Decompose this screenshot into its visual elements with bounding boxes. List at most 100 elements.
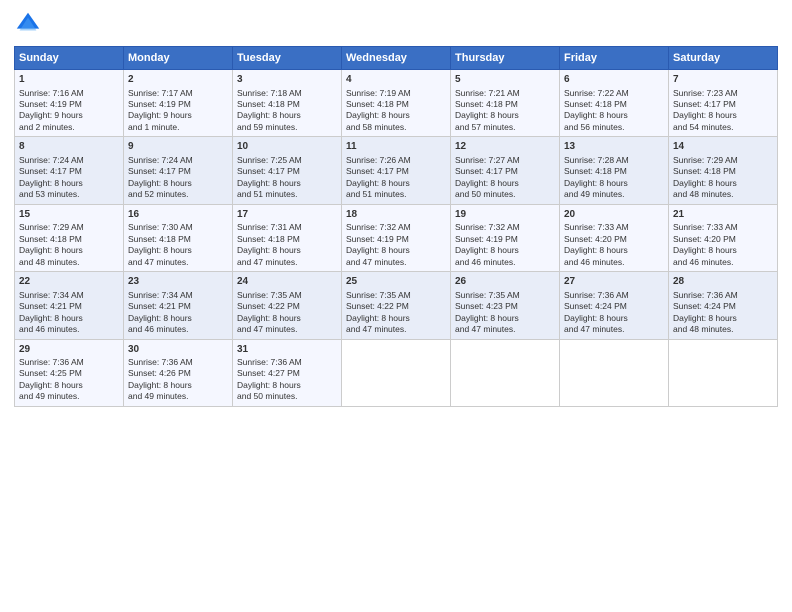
- day-info-line: and 47 minutes.: [128, 257, 228, 268]
- header-cell-sunday: Sunday: [15, 47, 124, 70]
- day-info-line: Daylight: 9 hours: [128, 110, 228, 121]
- calendar-cell: 1Sunrise: 7:16 AMSunset: 4:19 PMDaylight…: [15, 70, 124, 137]
- calendar-cell: 16Sunrise: 7:30 AMSunset: 4:18 PMDayligh…: [124, 204, 233, 271]
- day-number: 12: [455, 140, 555, 154]
- day-info-line: Sunrise: 7:23 AM: [673, 88, 773, 99]
- day-info-line: Sunrise: 7:31 AM: [237, 222, 337, 233]
- day-info-line: Sunset: 4:17 PM: [346, 166, 446, 177]
- day-info-line: Sunset: 4:19 PM: [455, 234, 555, 245]
- day-info-line: Sunrise: 7:24 AM: [19, 155, 119, 166]
- calendar-cell: 31Sunrise: 7:36 AMSunset: 4:27 PMDayligh…: [233, 339, 342, 406]
- calendar-cell: 22Sunrise: 7:34 AMSunset: 4:21 PMDayligh…: [15, 272, 124, 339]
- week-row-4: 22Sunrise: 7:34 AMSunset: 4:21 PMDayligh…: [15, 272, 778, 339]
- day-info-line: Sunrise: 7:36 AM: [19, 357, 119, 368]
- day-info-line: Sunrise: 7:33 AM: [673, 222, 773, 233]
- day-info-line: Sunset: 4:26 PM: [128, 368, 228, 379]
- day-info-line: Sunrise: 7:17 AM: [128, 88, 228, 99]
- calendar-cell: 26Sunrise: 7:35 AMSunset: 4:23 PMDayligh…: [451, 272, 560, 339]
- calendar-cell: 30Sunrise: 7:36 AMSunset: 4:26 PMDayligh…: [124, 339, 233, 406]
- day-number: 10: [237, 140, 337, 154]
- day-info-line: Daylight: 8 hours: [673, 313, 773, 324]
- day-info-line: Sunrise: 7:19 AM: [346, 88, 446, 99]
- header-cell-friday: Friday: [560, 47, 669, 70]
- day-info-line: and 51 minutes.: [237, 189, 337, 200]
- calendar-cell: 19Sunrise: 7:32 AMSunset: 4:19 PMDayligh…: [451, 204, 560, 271]
- day-info-line: Sunrise: 7:35 AM: [346, 290, 446, 301]
- day-info-line: Daylight: 8 hours: [346, 110, 446, 121]
- day-info-line: Sunrise: 7:29 AM: [19, 222, 119, 233]
- day-info-line: and 49 minutes.: [128, 391, 228, 402]
- calendar-cell: 15Sunrise: 7:29 AMSunset: 4:18 PMDayligh…: [15, 204, 124, 271]
- day-number: 23: [128, 275, 228, 289]
- day-info-line: Sunset: 4:22 PM: [346, 301, 446, 312]
- day-info-line: Sunset: 4:18 PM: [128, 234, 228, 245]
- day-number: 22: [19, 275, 119, 289]
- calendar-cell: [560, 339, 669, 406]
- day-info-line: Sunrise: 7:24 AM: [128, 155, 228, 166]
- day-info-line: Sunrise: 7:22 AM: [564, 88, 664, 99]
- day-number: 25: [346, 275, 446, 289]
- calendar-cell: 13Sunrise: 7:28 AMSunset: 4:18 PMDayligh…: [560, 137, 669, 204]
- day-number: 14: [673, 140, 773, 154]
- day-info-line: Daylight: 8 hours: [128, 380, 228, 391]
- calendar-cell: 21Sunrise: 7:33 AMSunset: 4:20 PMDayligh…: [669, 204, 778, 271]
- day-info-line: Sunrise: 7:16 AM: [19, 88, 119, 99]
- week-row-1: 1Sunrise: 7:16 AMSunset: 4:19 PMDaylight…: [15, 70, 778, 137]
- day-info-line: Daylight: 8 hours: [673, 178, 773, 189]
- day-info-line: Sunset: 4:20 PM: [564, 234, 664, 245]
- calendar-cell: 17Sunrise: 7:31 AMSunset: 4:18 PMDayligh…: [233, 204, 342, 271]
- day-number: 13: [564, 140, 664, 154]
- day-info-line: and 51 minutes.: [346, 189, 446, 200]
- day-info-line: and 47 minutes.: [455, 324, 555, 335]
- day-info-line: Daylight: 8 hours: [455, 313, 555, 324]
- calendar-cell: [451, 339, 560, 406]
- day-info-line: Sunrise: 7:34 AM: [128, 290, 228, 301]
- logo: [14, 10, 46, 38]
- calendar-cell: 7Sunrise: 7:23 AMSunset: 4:17 PMDaylight…: [669, 70, 778, 137]
- day-info-line: Sunrise: 7:36 AM: [128, 357, 228, 368]
- day-number: 27: [564, 275, 664, 289]
- day-info-line: and 46 minutes.: [564, 257, 664, 268]
- day-info-line: Sunrise: 7:32 AM: [455, 222, 555, 233]
- day-info-line: Sunrise: 7:18 AM: [237, 88, 337, 99]
- header: [14, 10, 778, 38]
- day-info-line: Sunrise: 7:34 AM: [19, 290, 119, 301]
- calendar-cell: 3Sunrise: 7:18 AMSunset: 4:18 PMDaylight…: [233, 70, 342, 137]
- day-info-line: and 46 minutes.: [455, 257, 555, 268]
- day-info-line: and 46 minutes.: [19, 324, 119, 335]
- day-info-line: and 48 minutes.: [19, 257, 119, 268]
- day-info-line: Daylight: 8 hours: [237, 178, 337, 189]
- day-info-line: and 59 minutes.: [237, 122, 337, 133]
- day-number: 29: [19, 343, 119, 357]
- day-info-line: Sunset: 4:18 PM: [564, 166, 664, 177]
- day-info-line: Sunset: 4:19 PM: [346, 234, 446, 245]
- day-info-line: Daylight: 8 hours: [128, 313, 228, 324]
- calendar-cell: 10Sunrise: 7:25 AMSunset: 4:17 PMDayligh…: [233, 137, 342, 204]
- day-info-line: Sunrise: 7:27 AM: [455, 155, 555, 166]
- day-info-line: and 47 minutes.: [237, 324, 337, 335]
- day-info-line: Daylight: 8 hours: [346, 245, 446, 256]
- day-info-line: Sunrise: 7:25 AM: [237, 155, 337, 166]
- day-info-line: Daylight: 8 hours: [673, 245, 773, 256]
- calendar-cell: [342, 339, 451, 406]
- day-info-line: and 50 minutes.: [455, 189, 555, 200]
- calendar-cell: 27Sunrise: 7:36 AMSunset: 4:24 PMDayligh…: [560, 272, 669, 339]
- day-info-line: Sunset: 4:27 PM: [237, 368, 337, 379]
- page: SundayMondayTuesdayWednesdayThursdayFrid…: [0, 0, 792, 612]
- day-info-line: and 49 minutes.: [19, 391, 119, 402]
- day-info-line: and 47 minutes.: [346, 257, 446, 268]
- calendar-cell: 23Sunrise: 7:34 AMSunset: 4:21 PMDayligh…: [124, 272, 233, 339]
- day-info-line: Daylight: 8 hours: [237, 313, 337, 324]
- day-number: 30: [128, 343, 228, 357]
- week-row-3: 15Sunrise: 7:29 AMSunset: 4:18 PMDayligh…: [15, 204, 778, 271]
- day-info-line: Daylight: 8 hours: [455, 110, 555, 121]
- day-info-line: Sunrise: 7:36 AM: [564, 290, 664, 301]
- calendar-table: SundayMondayTuesdayWednesdayThursdayFrid…: [14, 46, 778, 407]
- day-info-line: Sunset: 4:24 PM: [673, 301, 773, 312]
- day-number: 1: [19, 73, 119, 87]
- day-info-line: and 47 minutes.: [564, 324, 664, 335]
- day-number: 6: [564, 73, 664, 87]
- day-info-line: Daylight: 9 hours: [19, 110, 119, 121]
- day-info-line: and 53 minutes.: [19, 189, 119, 200]
- calendar-cell: 24Sunrise: 7:35 AMSunset: 4:22 PMDayligh…: [233, 272, 342, 339]
